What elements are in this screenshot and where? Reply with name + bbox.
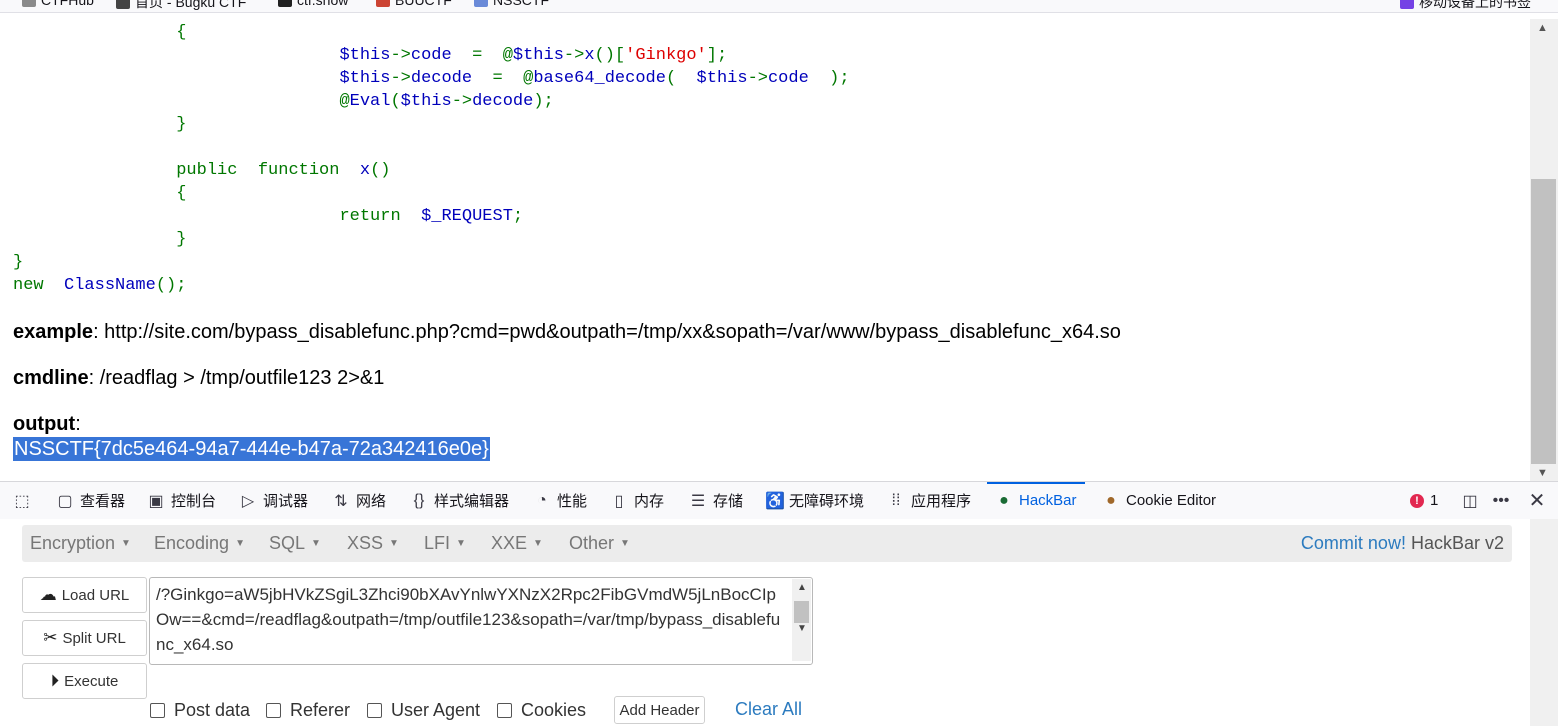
caret-down-icon: ▼	[456, 538, 466, 549]
bookmark-buuctf[interactable]: BUUCTF	[376, 0, 452, 8]
referer-checkbox[interactable]: Referer	[266, 700, 350, 721]
clear-all-link[interactable]: Clear All	[735, 699, 802, 720]
caret-down-icon: ▼	[620, 538, 630, 549]
ctfshow-icon	[278, 0, 292, 7]
bugku-icon	[116, 0, 130, 9]
hackbar-scrollbar[interactable]	[1530, 519, 1558, 726]
devtools-toolbar: ⬚ ▢ 查看器 ▣ 控制台 ▷ 调试器 ⇅ 网络 {} 样式编辑器 ◔ 性能 ▯ 内存 ☰ 存储…	[0, 481, 1558, 520]
bookmark-ctfhub[interactable]: CTFHub	[22, 0, 94, 8]
load-url-button[interactable]: ☁ Load URL	[22, 577, 147, 613]
tab-console[interactable]: ▣ 控制台	[147, 482, 216, 519]
bookmark-mobile[interactable]: 移动设备上的书签	[1400, 0, 1531, 12]
tab-application[interactable]: ⁞⁞ 应用程序	[887, 482, 971, 519]
page-content: { $this->code = @$this->x()['Ginkgo']; $…	[0, 19, 1530, 481]
menu-encryption[interactable]: Encryption ▼	[30, 525, 131, 562]
menu-lfi[interactable]: LFI ▼	[424, 525, 466, 562]
tab-cookie-editor[interactable]: ● Cookie Editor	[1102, 482, 1216, 519]
cloud-download-icon: ☁	[39, 585, 57, 604]
more-options-button[interactable]: •••	[1492, 482, 1510, 519]
tab-storage[interactable]: ☰ 存储	[689, 482, 743, 519]
scroll-up-icon[interactable]: ▲	[797, 582, 807, 593]
output-label-line: output:	[13, 413, 81, 435]
buuctf-icon	[376, 0, 390, 7]
inspector-icon: ▢	[57, 492, 73, 510]
tab-network[interactable]: ⇅ 网络	[332, 482, 386, 519]
tab-debugger[interactable]: ▷ 调试器	[239, 482, 308, 519]
menu-sql[interactable]: SQL ▼	[269, 525, 321, 562]
pick-element-button[interactable]: ⬚	[13, 482, 31, 519]
post-data-checkbox[interactable]: Post data	[150, 700, 250, 721]
add-header-button[interactable]: Add Header	[614, 696, 705, 724]
style-editor-icon: {}	[413, 491, 425, 509]
caret-down-icon: ▼	[235, 538, 245, 549]
tab-accessibility[interactable]: ♿ 无障碍环境	[765, 482, 864, 519]
url-scrollbar-thumb[interactable]	[794, 601, 809, 623]
console-icon: ▣	[148, 492, 164, 510]
play-circle-icon: ⏵	[50, 671, 60, 690]
application-icon: ⁞⁞	[891, 491, 901, 509]
scissors-icon: ✂	[43, 628, 58, 647]
mobile-bookmarks-icon	[1400, 0, 1414, 9]
dock-toggle-button[interactable]: ◫	[1461, 482, 1479, 519]
execute-button[interactable]: ⏵ Execute	[22, 663, 147, 699]
ctfhub-icon	[22, 0, 36, 7]
caret-down-icon: ▼	[121, 538, 131, 549]
url-textarea[interactable]: /?Ginkgo=aW5jbHVkZSgiL3Zhci90bXAvYnlwYXN…	[149, 577, 813, 665]
php-source-code: { $this->code = @$this->x()['Ginkgo']; $…	[13, 23, 850, 295]
menu-encoding[interactable]: Encoding ▼	[154, 525, 245, 562]
error-icon: !	[1410, 493, 1424, 508]
hackbar-brand[interactable]: Commit now! HackBar v2	[1301, 525, 1504, 562]
hackbar-icon: ●	[999, 491, 1009, 509]
menu-xxe[interactable]: XXE ▼	[491, 525, 543, 562]
flag-output[interactable]: NSSCTF{7dc5e464-94a7-444e-b47a-72a342416…	[13, 437, 490, 461]
network-icon: ⇅	[334, 492, 348, 510]
accessibility-icon: ♿	[765, 492, 785, 510]
bookmarks-bar: CTFHub 首页 - Bugku CTF ctf.show BUUCTF NS…	[0, 0, 1558, 13]
scroll-down-icon[interactable]: ▼	[1537, 467, 1548, 479]
cookies-checkbox[interactable]: Cookies	[497, 700, 586, 721]
url-textarea-scrollbar[interactable]: ▲ ▼	[792, 579, 811, 661]
tab-performance[interactable]: ◔ 性能	[533, 482, 587, 519]
bookmark-ctfshow[interactable]: ctf.show	[278, 0, 348, 8]
tab-memory[interactable]: ▯ 内存	[610, 482, 664, 519]
hackbar-panel: Encryption ▼ Encoding ▼ SQL ▼ XSS ▼ LFI ▼ XXE…	[0, 519, 1530, 726]
performance-icon: ◔	[537, 491, 547, 509]
split-url-button[interactable]: ✂ Split URL	[22, 620, 147, 656]
hackbar-menu: Encryption ▼ Encoding ▼ SQL ▼ XSS ▼ LFI ▼ XXE…	[22, 525, 1512, 562]
tab-style-editor[interactable]: {} 样式编辑器	[410, 482, 509, 519]
tab-inspector[interactable]: ▢ 查看器	[56, 482, 125, 519]
close-icon: ✕	[1528, 490, 1546, 512]
debugger-icon: ▷	[241, 492, 255, 510]
menu-xss[interactable]: XSS ▼	[347, 525, 399, 562]
page-scrollbar[interactable]: ▲ ▼	[1530, 19, 1558, 481]
caret-down-icon: ▼	[311, 538, 321, 549]
bookmark-nssctf[interactable]: NSSCTF	[474, 0, 549, 8]
menu-other[interactable]: Other ▼	[569, 525, 630, 562]
example-line: example: http://site.com/bypass_disablef…	[13, 321, 1121, 343]
user-agent-checkbox[interactable]: User Agent	[367, 700, 480, 721]
pick-element-icon: ⬚	[14, 492, 30, 510]
storage-icon: ☰	[690, 492, 706, 510]
bookmark-bugku[interactable]: 首页 - Bugku CTF	[116, 0, 246, 12]
tab-hackbar[interactable]: ● HackBar	[987, 482, 1085, 519]
scroll-down-icon[interactable]: ▼	[797, 623, 807, 634]
error-counter[interactable]: ! 1	[1410, 482, 1438, 519]
nssctf-icon	[474, 0, 488, 7]
close-devtools-button[interactable]: ✕	[1528, 482, 1546, 519]
cookie-icon: ●	[1106, 491, 1116, 509]
cmdline-line: cmdline: /readflag > /tmp/outfile123 2>&…	[13, 367, 385, 389]
page-scrollbar-thumb[interactable]	[1531, 179, 1556, 464]
caret-down-icon: ▼	[389, 538, 399, 549]
more-dots-icon: •••	[1492, 491, 1510, 509]
url-textarea-value: /?Ginkgo=aW5jbHVkZSgiL3Zhci90bXAvYnlwYXN…	[156, 585, 781, 654]
scroll-up-icon[interactable]: ▲	[1537, 22, 1548, 34]
caret-down-icon: ▼	[533, 538, 543, 549]
memory-icon: ▯	[614, 492, 624, 510]
dock-side-icon: ◫	[1462, 492, 1478, 510]
